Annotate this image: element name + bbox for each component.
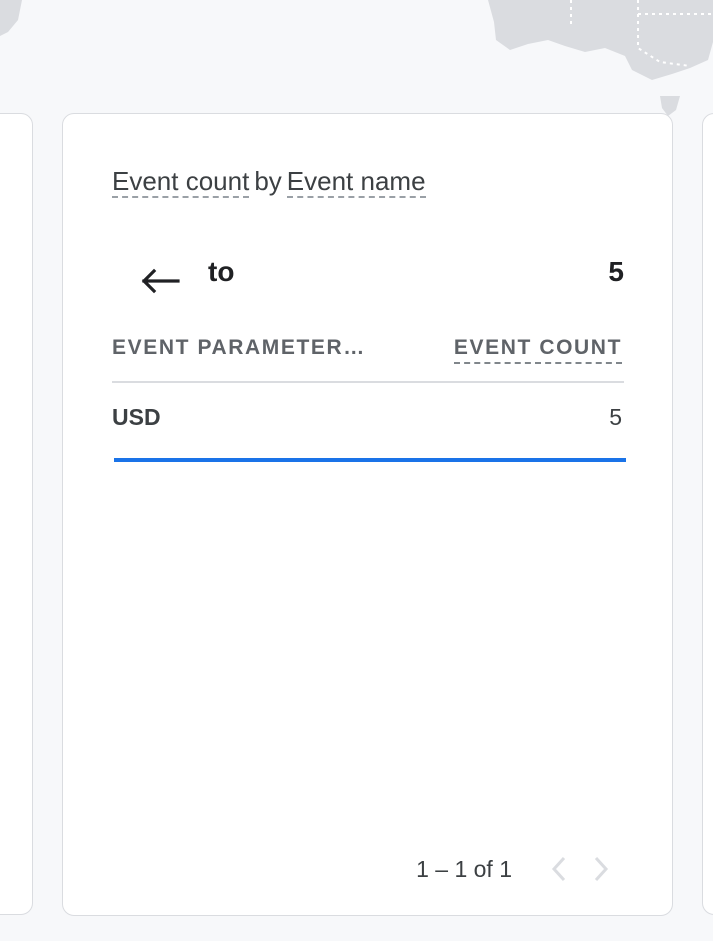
table-row-bar xyxy=(114,458,626,462)
pagination: 1 – 1 of 1 xyxy=(416,852,618,886)
drill-down-label: to xyxy=(208,256,235,287)
event-count-card: Event count by Event name to 5 EVENT PARAM… xyxy=(62,113,673,916)
title-dimension[interactable]: Event name xyxy=(286,166,426,198)
drill-down-value: 5 xyxy=(608,256,624,287)
title-metric[interactable]: Event count xyxy=(112,166,250,198)
drill-down-row: to 5 xyxy=(112,254,624,298)
column-header-event-count[interactable]: EVENT COUNT xyxy=(453,336,622,364)
pagination-text: 1 – 1 of 1 xyxy=(416,855,512,882)
table-row-value: 5 xyxy=(609,404,622,430)
chevron-left-icon[interactable] xyxy=(542,852,576,886)
chevron-right-icon[interactable] xyxy=(584,852,618,886)
adjacent-card-right xyxy=(702,113,713,915)
table-row-label: USD xyxy=(112,404,161,430)
background-map xyxy=(0,0,713,116)
adjacent-card-left xyxy=(0,113,33,915)
card-title: Event count by Event name xyxy=(112,164,426,198)
map-fragment-left xyxy=(0,0,22,36)
table-header-divider xyxy=(112,381,624,383)
map-land-australia xyxy=(488,0,713,80)
title-by: by xyxy=(254,166,282,196)
column-header-event-parameter[interactable]: EVENT PARAMETER… xyxy=(112,336,366,360)
arrow-left-icon[interactable] xyxy=(140,266,180,296)
